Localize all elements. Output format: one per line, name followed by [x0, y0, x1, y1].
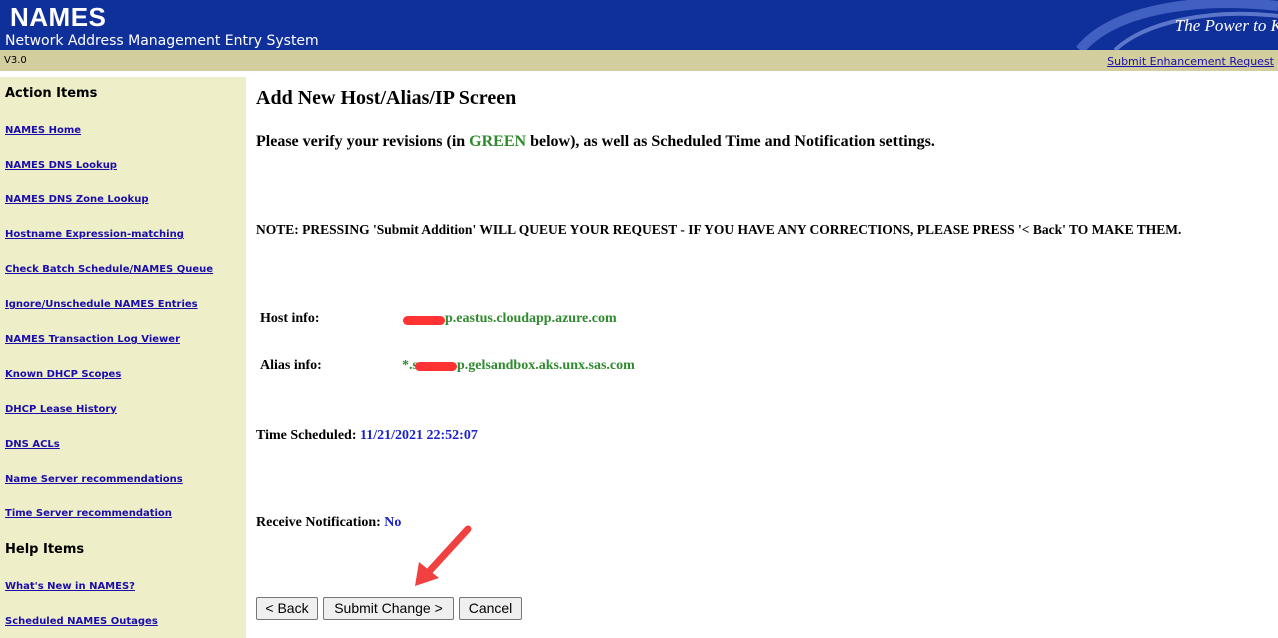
queue-note: NOTE: PRESSING 'Submit Addition' WILL QU… [256, 222, 1182, 237]
sidebar-item-hostname-expression-matching[interactable]: Hostname Expression-matching [5, 229, 184, 240]
header-tagline: The Power to K [1174, 16, 1278, 35]
alias-info-value: p.gelsandbox.aks.unx.sas.com [457, 358, 635, 373]
sidebar-item-dhcp-scopes[interactable]: Known DHCP Scopes [5, 369, 121, 380]
sidebar-item-whats-new[interactable]: What's New in NAMES? [5, 581, 135, 592]
notification-label: Receive Notification: [256, 515, 381, 530]
version-bar: V3.0 Submit Enhancement Request [0, 50, 1278, 71]
time-scheduled-row: Time Scheduled: 11/21/2021 22:52:07 [256, 428, 478, 444]
sidebar-item-dhcp-lease-history[interactable]: DHCP Lease History [5, 404, 117, 415]
time-scheduled-label: Time Scheduled: [256, 428, 357, 443]
version-label: V3.0 [4, 55, 27, 66]
annotation-arrow-icon [415, 525, 472, 586]
cancel-button[interactable]: Cancel [459, 597, 522, 620]
sidebar-item-transaction-log[interactable]: NAMES Transaction Log Viewer [5, 334, 180, 345]
verify-suffix: below), as well as Scheduled Time and No… [526, 133, 935, 150]
submit-enhancement-request-link[interactable]: Submit Enhancement Request [1107, 55, 1274, 68]
notification-row: Receive Notification: No [256, 515, 401, 531]
action-items-heading: Action Items [5, 86, 98, 101]
sidebar-item-name-server-recommendations[interactable]: Name Server recommendations [5, 474, 183, 485]
verify-prefix: Please verify your revisions (in [256, 133, 470, 150]
sidebar-item-scheduled-outages[interactable]: Scheduled NAMES Outages [5, 616, 158, 627]
redaction-mark [403, 316, 445, 325]
notification-value: No [384, 515, 402, 530]
sidebar-item-batch-schedule[interactable]: Check Batch Schedule/NAMES Queue [5, 264, 213, 275]
help-items-heading: Help Items [5, 542, 85, 557]
alias-info-label: Alias info: [260, 358, 322, 373]
sidebar-item-dns-zone-lookup[interactable]: NAMES DNS Zone Lookup [5, 194, 148, 205]
sidebar: Action Items NAMES Home NAMES DNS Lookup… [0, 77, 246, 638]
sidebar-item-dns-acls[interactable]: DNS ACLs [5, 439, 60, 450]
time-scheduled-value: 11/21/2021 22:52:07 [359, 428, 478, 443]
app-subtitle: Network Address Management Entry System [5, 33, 319, 49]
sidebar-item-time-server-recommendation[interactable]: Time Server recommendation [5, 508, 172, 519]
verify-instructions: Please verify your revisions (in GREEN b… [256, 133, 935, 151]
app-header: NAMES Network Address Management Entry S… [0, 0, 1278, 50]
redaction-mark [415, 362, 457, 371]
app-title: NAMES [10, 2, 107, 32]
sidebar-item-dns-lookup[interactable]: NAMES DNS Lookup [5, 160, 117, 171]
back-button[interactable]: < Back [256, 597, 318, 620]
host-info-value: p.eastus.cloudapp.azure.com [445, 311, 617, 326]
sidebar-item-names-home[interactable]: NAMES Home [5, 125, 81, 136]
host-info-label: Host info: [260, 311, 320, 326]
verify-green-word: GREEN [469, 133, 527, 150]
submit-change-button[interactable]: Submit Change > [323, 597, 454, 620]
sidebar-item-ignore-unschedule[interactable]: Ignore/Unschedule NAMES Entries [5, 299, 198, 310]
page-title: Add New Host/Alias/IP Screen [256, 87, 517, 109]
